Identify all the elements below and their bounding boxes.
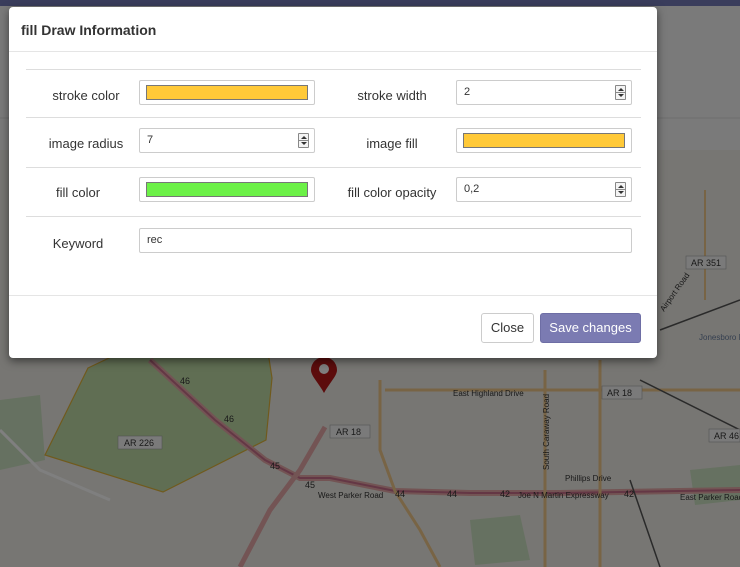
form-row-fill: fill color fill color opacity 0,2	[26, 168, 641, 217]
stroke-color-swatch	[146, 85, 308, 100]
top-navbar	[0, 0, 740, 6]
stroke-width-label: stroke width	[357, 88, 427, 103]
fill-color-input[interactable]	[139, 177, 315, 202]
modal-header: fill Draw Information	[9, 7, 657, 52]
stroke-width-value: 2	[464, 86, 471, 98]
draw-info-modal: fill Draw Information stroke color strok…	[9, 7, 657, 358]
form-row-keyword: Keyword rec	[26, 217, 641, 267]
fill-opacity-value: 0,2	[464, 183, 480, 195]
fill-color-label: fill color	[55, 185, 101, 200]
stroke-color-label: stroke color	[52, 88, 120, 103]
image-fill-swatch	[463, 133, 625, 148]
stroke-width-spinner[interactable]	[615, 85, 626, 100]
image-radius-input[interactable]: 7	[139, 128, 315, 153]
keyword-label: Keyword	[52, 236, 104, 251]
form-row-stroke: stroke color stroke width 2	[26, 69, 641, 118]
fill-opacity-label: fill color opacity	[347, 185, 437, 200]
modal-title: fill Draw Information	[21, 22, 157, 38]
fill-opacity-input[interactable]: 0,2	[456, 177, 632, 202]
image-radius-value: 7	[147, 134, 154, 146]
save-changes-button[interactable]: Save changes	[540, 313, 641, 343]
modal-footer: Close Save changes	[9, 295, 657, 358]
fill-color-swatch	[146, 182, 308, 197]
close-button[interactable]: Close	[481, 313, 534, 343]
fill-opacity-spinner[interactable]	[615, 182, 626, 197]
keyword-input[interactable]: rec	[139, 228, 632, 253]
form-row-image: image radius 7 image fill	[26, 118, 641, 168]
stroke-color-input[interactable]	[139, 80, 315, 105]
image-fill-label: image fill	[366, 136, 418, 151]
image-radius-label: image radius	[48, 136, 124, 151]
keyword-value: rec	[147, 234, 163, 246]
image-radius-spinner[interactable]	[298, 133, 309, 148]
image-fill-input[interactable]	[456, 128, 632, 153]
stroke-width-input[interactable]: 2	[456, 80, 632, 105]
